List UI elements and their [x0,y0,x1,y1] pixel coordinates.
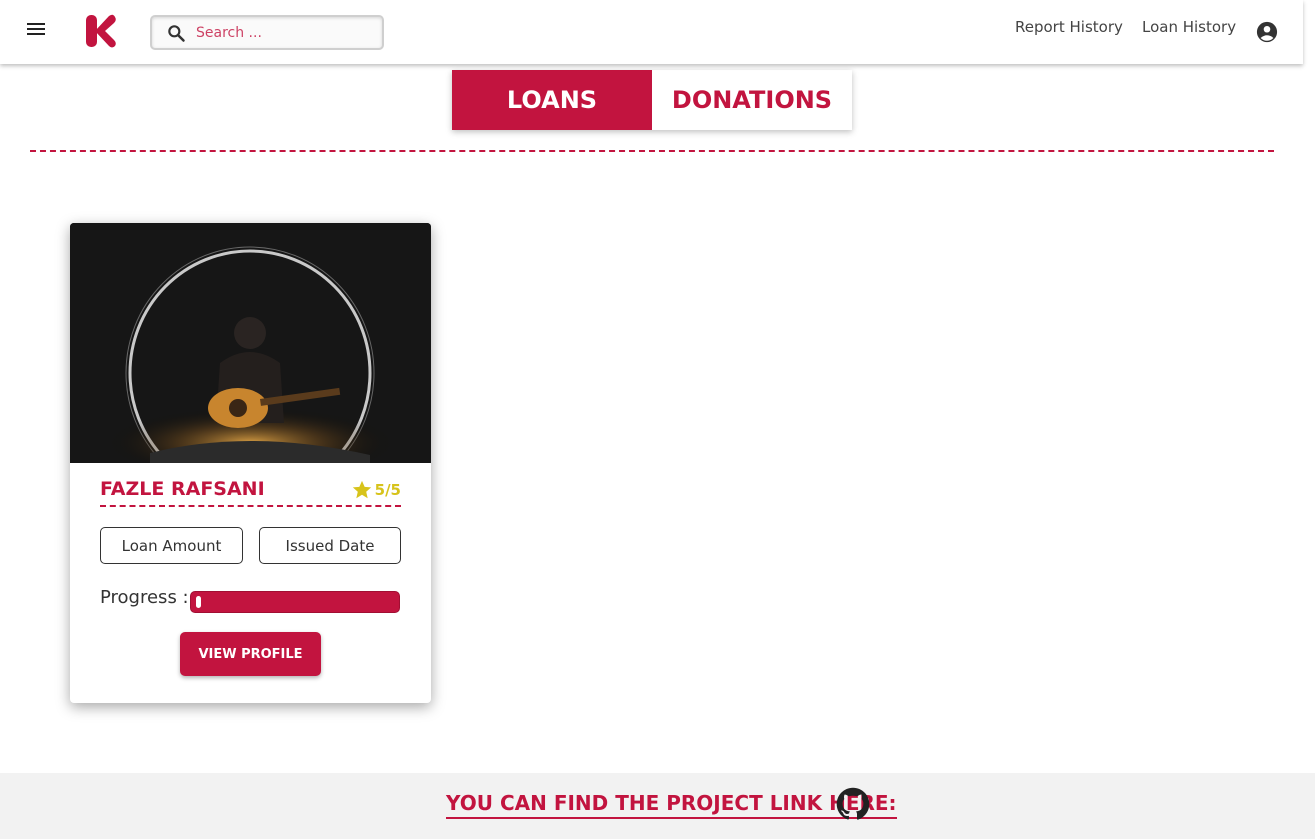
top-app-bar: Report History Loan History [0,0,1303,64]
search-box [150,15,384,50]
borrower-name: FAZLE RAFSANI [100,478,265,500]
issued-date-field: Issued Date [259,527,401,564]
project-link-text[interactable]: YOU CAN FIND THE PROJECT LINK HERE: [446,791,897,819]
loan-amount-label: Loan Amount [121,536,222,555]
tab-donations[interactable]: DONATIONS [652,70,852,130]
progress-label: Progress : [100,587,189,608]
footer: YOU CAN FIND THE PROJECT LINK HERE: [0,773,1315,839]
tab-bar: LOANS DONATIONS [452,70,852,130]
search-input[interactable] [196,21,376,45]
view-profile-button[interactable]: VIEW PROFILE [180,632,321,676]
progress-fill [196,596,201,608]
tab-loans[interactable]: LOANS [452,70,652,130]
star-icon [352,480,371,499]
logo[interactable] [84,13,118,49]
nav-loan-history[interactable]: Loan History [1142,18,1236,36]
rating-value: 5/5 [374,481,401,499]
progress-bar [190,591,400,613]
rating: 5/5 [351,479,401,501]
nav-report-history[interactable]: Report History [1015,18,1123,36]
section-divider [30,150,1274,152]
loan-amount-field: Loan Amount [100,527,243,564]
issued-date-label: Issued Date [285,536,375,555]
card-divider [100,505,401,507]
search-icon[interactable] [166,23,186,43]
account-circle-icon[interactable] [1256,21,1278,43]
loan-card: FAZLE RAFSANI 5/5 Loan Amount Issued Dat… [70,223,431,703]
github-icon[interactable] [836,787,870,821]
hamburger-menu-icon[interactable] [24,20,48,44]
profile-photo [70,223,431,463]
